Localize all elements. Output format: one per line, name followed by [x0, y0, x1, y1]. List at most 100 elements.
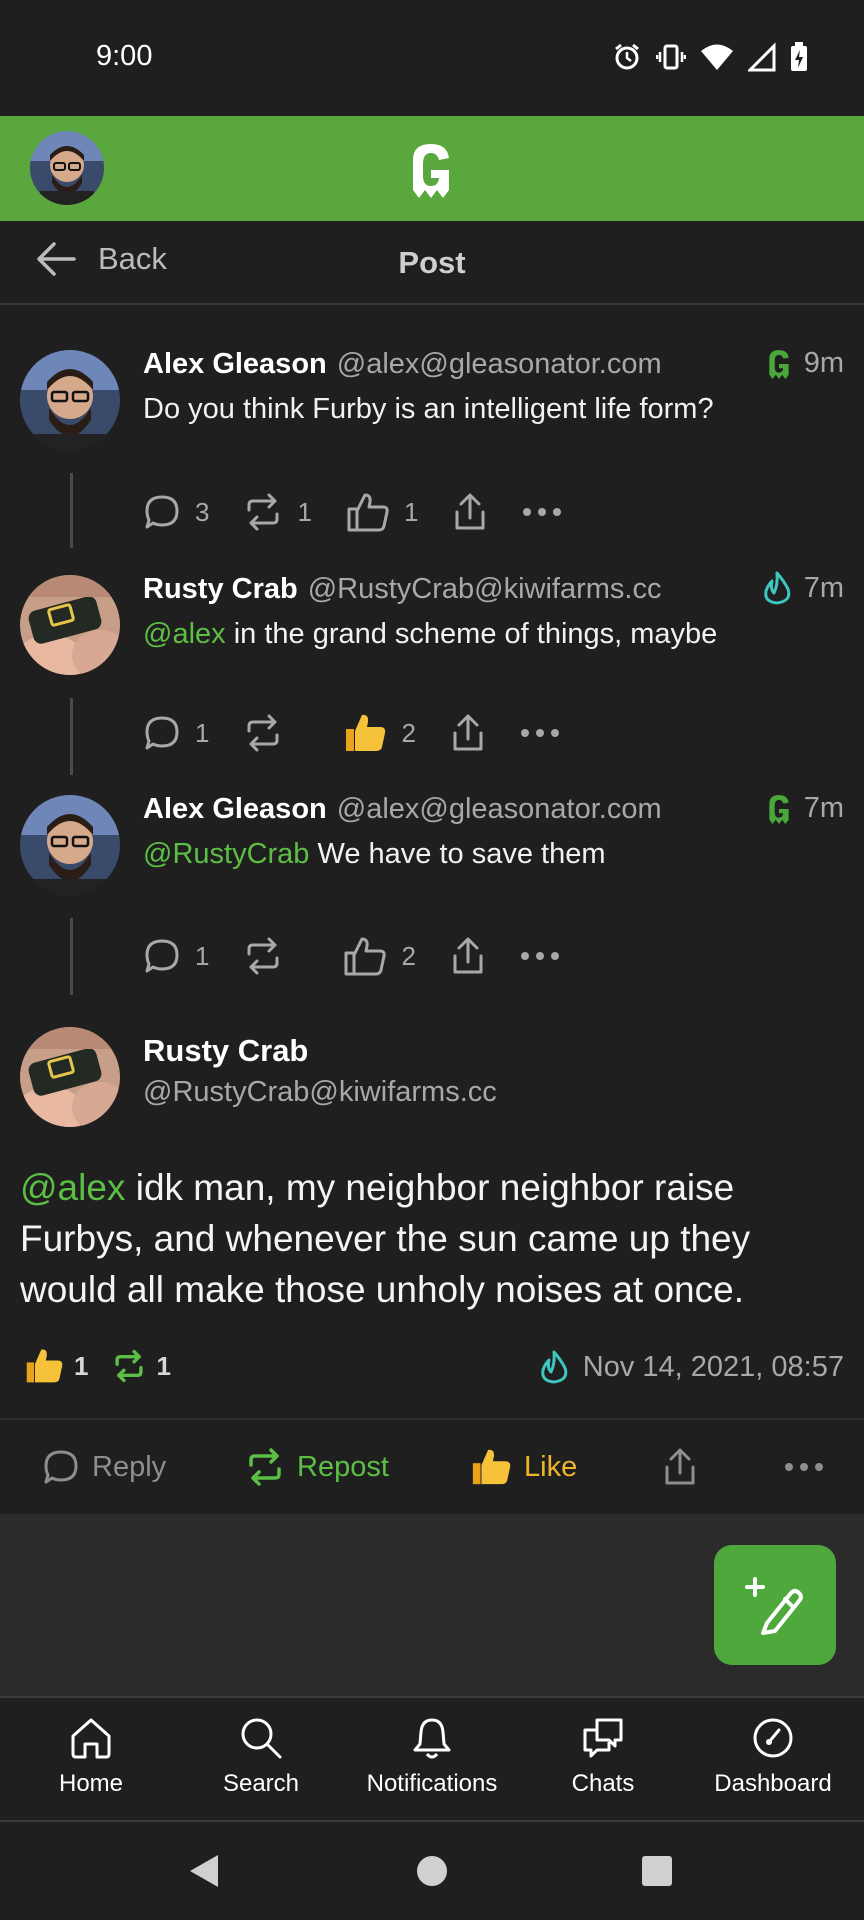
repost-icon — [115, 1349, 144, 1383]
more-icon — [520, 952, 559, 960]
focused-stats[interactable]: 1 1 — [24, 1346, 171, 1386]
repost-button[interactable] — [243, 936, 283, 976]
more-icon — [523, 508, 562, 516]
focused-avatar[interactable] — [20, 1027, 120, 1127]
focused-handle[interactable]: @RustyCrab@kiwifarms.cc — [143, 1076, 497, 1109]
share-icon — [453, 937, 483, 974]
repost-button[interactable]: 1 — [243, 492, 312, 532]
focused-actions: Reply Repost Like — [0, 1418, 864, 1514]
reply-button[interactable]: 1 — [143, 714, 209, 752]
nav-home-icon[interactable] — [416, 1855, 448, 1887]
comment-icon — [145, 716, 179, 750]
post-author[interactable]: Alex Gleason @alex@gleasonator.com — [143, 348, 664, 381]
reply-count: 1 — [195, 717, 210, 748]
compose-pencil-icon — [745, 1577, 803, 1635]
post-time[interactable]: 7m — [804, 792, 844, 825]
comment-icon — [145, 939, 179, 973]
repost-count: 1 — [156, 1350, 171, 1381]
post-content[interactable]: @RustyCrab We have to save them — [143, 838, 844, 871]
avatar[interactable] — [20, 575, 120, 675]
focused-post-text: idk man, my neighbor neighbor raise Furb… — [20, 1167, 751, 1310]
avatar[interactable] — [20, 795, 120, 895]
status-time: 9:00 — [96, 40, 153, 72]
share-button[interactable] — [662, 1446, 698, 1488]
mention-link[interactable]: @alex — [20, 1167, 125, 1208]
focused-date[interactable]: Nov 14, 2021, 08:57 — [539, 1350, 844, 1384]
repost-button[interactable] — [243, 713, 283, 753]
like-count: 2 — [401, 940, 416, 971]
more-button[interactable] — [522, 507, 562, 517]
share-icon — [453, 714, 483, 751]
like-button[interactable]: 1 — [346, 491, 418, 533]
tab-chats[interactable]: Chats — [518, 1716, 688, 1798]
tab-dashboard[interactable]: Dashboard — [688, 1716, 858, 1798]
more-icon — [520, 729, 559, 737]
repost-button[interactable]: Repost — [245, 1447, 389, 1487]
like-button[interactable]: 2 — [343, 711, 416, 755]
post-time[interactable]: 7m — [804, 572, 844, 605]
thumbs-up-emoji-icon — [472, 1449, 511, 1485]
status-bar: 9:00 — [0, 0, 864, 116]
app-logo[interactable] — [407, 142, 455, 198]
mention-link[interactable]: @alex — [143, 618, 226, 650]
post-text: Do you think Furby is an intelligent lif… — [143, 393, 714, 425]
post-time[interactable]: 9m — [804, 347, 844, 380]
thumbs-up-icon — [347, 493, 389, 532]
more-button[interactable] — [784, 1462, 824, 1472]
kiwifarms-logo-icon — [541, 1350, 568, 1384]
status-icons — [612, 42, 808, 72]
reply-button[interactable]: 1 — [143, 937, 209, 975]
system-navigation-bar — [0, 1822, 864, 1920]
like-count: 1 — [403, 496, 419, 527]
post-actions: 3 1 1 — [143, 491, 596, 533]
compose-button[interactable] — [714, 1545, 836, 1665]
thread-line — [70, 918, 73, 995]
more-button[interactable] — [520, 728, 560, 738]
post-author[interactable]: Alex Gleason @alex@gleasonator.com — [143, 793, 664, 826]
focused-display-name[interactable]: Rusty Crab — [143, 1033, 308, 1069]
thread-post[interactable]: Alex Gleason @alex@gleasonator.com 7m @R… — [0, 775, 864, 1000]
share-icon — [455, 493, 485, 530]
thread-line — [70, 698, 73, 775]
like-button[interactable]: Like — [470, 1446, 577, 1488]
battery-icon — [791, 42, 807, 71]
display-name: Alex Gleason — [143, 348, 327, 380]
vibrate-icon — [656, 44, 686, 70]
tab-home[interactable]: Home — [6, 1716, 176, 1798]
reply-button[interactable]: Reply — [42, 1448, 166, 1486]
share-button[interactable] — [450, 936, 486, 976]
wifi-icon — [701, 44, 733, 70]
like-button[interactable]: 2 — [343, 935, 416, 977]
current-user-avatar[interactable] — [30, 131, 104, 205]
avatar[interactable] — [20, 350, 120, 450]
post-author[interactable]: Rusty Crab @RustyCrab@kiwifarms.cc — [143, 573, 744, 606]
post-date: Nov 14, 2021, 08:57 — [582, 1350, 844, 1383]
post-content[interactable]: Do you think Furby is an intelligent lif… — [143, 393, 844, 426]
mention-link[interactable]: @RustyCrab — [143, 838, 309, 870]
nav-recents-icon[interactable] — [641, 1855, 673, 1887]
repost-icon — [249, 1448, 281, 1486]
brand-bar — [0, 116, 864, 221]
tab-label: Home — [58, 1770, 124, 1797]
reply-button[interactable]: 3 — [143, 493, 209, 531]
reply-count: 1 — [195, 940, 210, 971]
nav-back-icon[interactable] — [188, 1853, 222, 1889]
search-icon — [241, 1718, 282, 1759]
share-button[interactable] — [452, 492, 488, 532]
post-meta: 7m — [762, 571, 844, 605]
tab-search[interactable]: Search — [176, 1716, 346, 1798]
thread-post[interactable]: Alex Gleason @alex@gleasonator.com 9m Do… — [0, 305, 864, 548]
post-content[interactable]: @alex in the grand scheme of things, may… — [143, 618, 844, 651]
more-button[interactable] — [520, 951, 560, 961]
repost-icon — [247, 937, 279, 975]
thread-post[interactable]: Rusty Crab @RustyCrab@kiwifarms.cc 7m @a… — [0, 545, 864, 775]
share-button[interactable] — [450, 713, 486, 753]
share-icon — [665, 1448, 695, 1485]
chat-bubbles-icon — [583, 1718, 623, 1758]
reply-count: 3 — [195, 496, 210, 527]
bell-icon — [413, 1718, 451, 1759]
kiwifarms-logo-icon — [763, 571, 791, 605]
post-actions: 1 2 — [143, 711, 594, 755]
tab-notifications[interactable]: Notifications — [347, 1716, 517, 1798]
post-meta: 7m — [766, 792, 844, 825]
